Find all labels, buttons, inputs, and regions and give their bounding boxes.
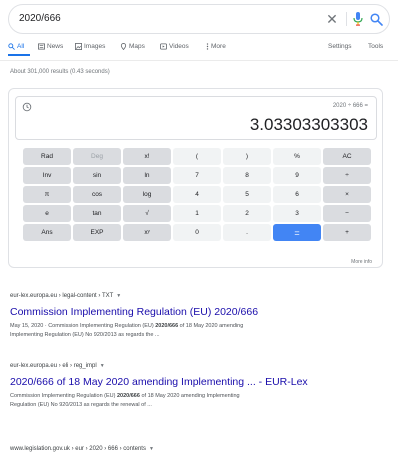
calc-key-tan[interactable]: tan xyxy=(73,205,121,222)
settings-link[interactable]: Settings xyxy=(328,43,352,50)
tabs-divider xyxy=(0,60,398,61)
calc-key-ln[interactable]: ln xyxy=(123,167,171,184)
calc-key-2[interactable]: 2 xyxy=(223,205,271,222)
calc-key-symbol[interactable]: ( xyxy=(173,148,221,165)
result-url[interactable]: www.legislation.gov.uk › eur › 2020 › 66… xyxy=(10,446,390,452)
calc-key-symbol[interactable]: √ xyxy=(123,205,171,222)
tab-label: More xyxy=(211,43,226,50)
result-url-text: eur-lex.europa.eu › legal-content › TXT xyxy=(10,293,114,299)
calc-key-symbol[interactable]: − xyxy=(323,205,371,222)
calc-key-exp[interactable]: EXP xyxy=(73,224,121,241)
search-icon xyxy=(8,43,15,50)
calc-key-symbol[interactable]: π xyxy=(23,186,71,203)
calc-key-e[interactable]: e xyxy=(23,205,71,222)
tab-label: Maps xyxy=(129,43,145,50)
search-input[interactable]: 2020/666 xyxy=(19,13,61,24)
close-icon[interactable]: ✕ xyxy=(323,10,341,28)
calc-key-5[interactable]: 5 xyxy=(223,186,271,203)
result-snippet: May 15, 2020 · Commission Implementing R… xyxy=(10,322,390,340)
calc-key-ac[interactable]: AC xyxy=(323,148,371,165)
tab-label: News xyxy=(47,43,64,50)
snippet-text: Commission Implementing Regulation (EU) xyxy=(10,393,117,399)
calc-key-symbol[interactable]: + xyxy=(323,224,371,241)
tab-more[interactable]: More xyxy=(206,43,226,50)
calc-key-6[interactable]: 6 xyxy=(273,186,321,203)
search-icon[interactable] xyxy=(367,10,385,28)
history-icon[interactable] xyxy=(22,102,32,112)
snippet-highlight: 2020/666 xyxy=(116,393,140,399)
video-icon xyxy=(160,43,167,50)
calc-key-1[interactable]: 1 xyxy=(173,205,221,222)
calc-key-log[interactable]: log xyxy=(123,186,171,203)
tools-label: Tools xyxy=(368,43,384,50)
calc-key-deg[interactable]: Deg xyxy=(73,148,121,165)
calc-key-ans[interactable]: Ans xyxy=(23,224,71,241)
calc-key-symbol[interactable]: % xyxy=(273,148,321,165)
calculator-display: 2020 ÷ 666 = 3.03303303303 xyxy=(15,96,377,140)
result-title-link[interactable]: Commission Implementing Regulation (EU) … xyxy=(10,306,390,318)
snippet-text: Regulation (EU) No 920/2013 as regards t… xyxy=(10,402,152,408)
tab-label: Videos xyxy=(169,43,189,50)
chevron-down-icon[interactable]: ▼ xyxy=(149,446,154,452)
calc-key-4[interactable]: 4 xyxy=(173,186,221,203)
search-tabs: All News Images Maps Videos More Setting… xyxy=(8,40,390,56)
calc-key-8[interactable]: 8 xyxy=(223,167,271,184)
news-icon xyxy=(38,43,45,50)
calc-key-7[interactable]: 7 xyxy=(173,167,221,184)
calc-key-sin[interactable]: sin xyxy=(73,167,121,184)
calc-key-cos[interactable]: cos xyxy=(73,186,121,203)
tools-link[interactable]: Tools xyxy=(368,43,383,50)
calc-key-symbol[interactable]: = xyxy=(273,224,321,241)
active-tab-indicator xyxy=(8,54,30,56)
calc-key-x[interactable]: xʸ xyxy=(123,224,171,241)
calc-key-rad[interactable]: Rad xyxy=(23,148,71,165)
search-result: eur-lex.europa.eu › legal-content › TXT … xyxy=(10,293,390,340)
calc-key-inv[interactable]: Inv xyxy=(23,167,71,184)
result-url[interactable]: eur-lex.europa.eu › legal-content › TXT … xyxy=(10,293,390,299)
calculator-card: 2020 ÷ 666 = 3.03303303303 Rad Deg x!()% AC… xyxy=(8,88,383,268)
result-title-link[interactable]: 2020/666 of 18 May 2020 amending Impleme… xyxy=(10,376,390,388)
snippet-text: of 18 May 2020 amending Implementing xyxy=(139,393,240,399)
calc-key-x[interactable]: x! xyxy=(123,148,171,165)
calc-key-9[interactable]: 9 xyxy=(273,167,321,184)
calc-key-symbol[interactable]: × xyxy=(323,186,371,203)
calc-key-symbol[interactable]: . xyxy=(223,224,271,241)
tab-images[interactable]: Images xyxy=(75,43,105,50)
tab-label: All xyxy=(17,43,25,50)
search-divider xyxy=(346,12,347,26)
search-bar[interactable]: 2020/666 ✕ xyxy=(8,4,390,34)
search-result: www.legislation.gov.uk › eur › 2020 › 66… xyxy=(10,446,390,452)
chevron-down-icon[interactable]: ▼ xyxy=(100,363,105,369)
snippet-text: of 18 May 2020 amending xyxy=(178,323,244,329)
more-info-link[interactable]: More info xyxy=(351,259,372,265)
chevron-down-icon[interactable]: ▼ xyxy=(116,293,121,299)
calculator-result: 3.03303303303 xyxy=(249,115,368,134)
calculator-expression: 2020 ÷ 666 = xyxy=(332,103,368,109)
calc-key-3[interactable]: 3 xyxy=(273,205,321,222)
image-icon xyxy=(75,43,82,50)
settings-label: Settings xyxy=(328,43,352,50)
tab-maps[interactable]: Maps xyxy=(120,43,145,50)
map-pin-icon xyxy=(120,43,127,50)
snippet-highlight: 2020/666 xyxy=(155,323,179,329)
result-url[interactable]: eur-lex.europa.eu › eli › reg_impl ▼ xyxy=(10,363,390,369)
mic-icon[interactable] xyxy=(349,10,367,28)
search-result: eur-lex.europa.eu › eli › reg_impl ▼ 202… xyxy=(10,363,390,410)
calc-key-symbol[interactable]: ) xyxy=(223,148,271,165)
tab-label: Images xyxy=(84,43,106,50)
result-url-text: www.legislation.gov.uk › eur › 2020 › 66… xyxy=(10,446,146,452)
result-snippet: Commission Implementing Regulation (EU) … xyxy=(10,392,390,410)
tab-all[interactable]: All xyxy=(8,43,24,50)
snippet-text: May 15, 2020 · Commission Implementing R… xyxy=(10,323,156,329)
calc-key-0[interactable]: 0 xyxy=(173,224,221,241)
calc-key-symbol[interactable]: ÷ xyxy=(323,167,371,184)
result-url-text: eur-lex.europa.eu › eli › reg_impl xyxy=(10,363,97,369)
tab-videos[interactable]: Videos xyxy=(160,43,189,50)
tab-news[interactable]: News xyxy=(38,43,63,50)
results-stats: About 301,000 results (0.43 seconds) xyxy=(10,69,110,75)
snippet-text: Implementing Regulation (EU) No 920/2013… xyxy=(10,332,160,338)
more-icon xyxy=(206,43,209,50)
